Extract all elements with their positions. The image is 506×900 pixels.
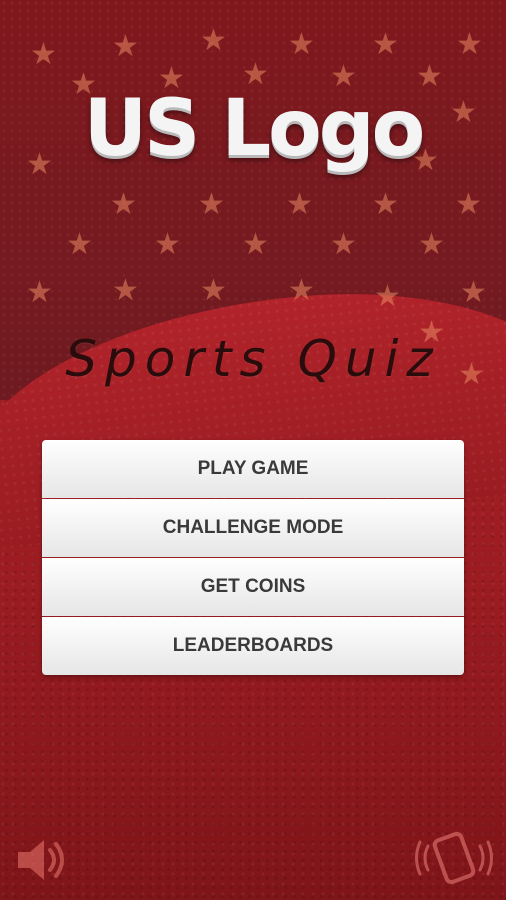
speaker-icon (18, 840, 64, 880)
app-subtitle: Sports Quiz (65, 330, 441, 388)
phone-vibrate-icon (415, 831, 493, 885)
get-coins-button[interactable]: GET COINS (42, 558, 464, 616)
play-game-button[interactable]: PLAY GAME (42, 440, 464, 498)
app-logo: US Logo (83, 84, 425, 174)
main-menu: PLAY GAME CHALLENGE MODE GET COINS LEADE… (42, 440, 464, 675)
challenge-mode-button[interactable]: CHALLENGE MODE (42, 499, 464, 557)
vibrate-toggle-button[interactable] (414, 828, 494, 890)
leaderboards-button[interactable]: LEADERBOARDS (42, 617, 464, 675)
sound-toggle-button[interactable] (12, 832, 76, 888)
